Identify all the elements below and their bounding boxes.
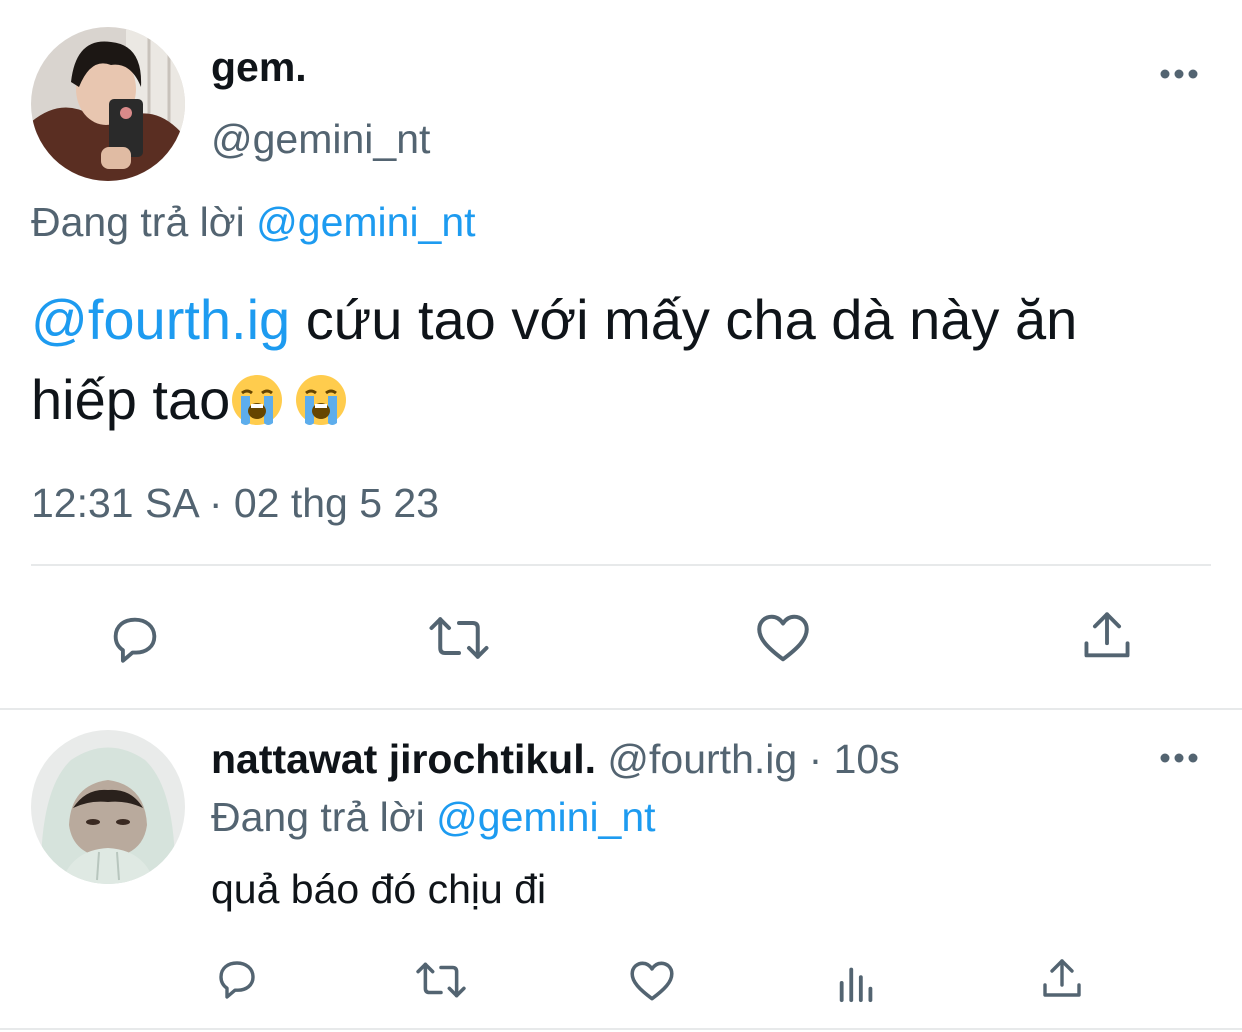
reply-icon[interactable] [106, 610, 164, 668]
handle[interactable]: @gemini_nt [211, 114, 430, 164]
tweet-text-line-2: hiếp tao [31, 360, 1221, 440]
header-line: nattawat jirochtikul. @fourth.ig · 10s [211, 734, 900, 784]
replying-to-line: Đang trả lời @gemini_nt [31, 197, 476, 247]
retweet-icon[interactable] [413, 955, 469, 1005]
reply-icon[interactable] [213, 955, 261, 1003]
tweet-text-line2: hiếp tao [31, 368, 231, 431]
replying-to-line: Đang trả lời @gemini_nt [211, 792, 656, 842]
like-icon[interactable] [626, 956, 678, 1006]
divider [0, 1028, 1242, 1030]
mention-link[interactable]: @fourth.ig [31, 288, 290, 351]
more-options-icon[interactable] [1156, 62, 1202, 86]
handle[interactable]: @fourth.ig [607, 736, 797, 782]
retweet-icon[interactable] [426, 608, 492, 668]
tweet-text: @fourth.ig cứu tao với mấy cha dà này ăn… [31, 280, 1221, 440]
avatar-photo [31, 730, 185, 884]
loudly-crying-face-icon [230, 368, 284, 425]
share-icon[interactable] [1078, 606, 1136, 666]
replying-to-link[interactable]: @gemini_nt [256, 199, 475, 245]
display-name[interactable]: gem. [211, 42, 307, 92]
avatar-photo [31, 27, 185, 181]
share-icon[interactable] [1038, 954, 1086, 1004]
views-icon[interactable] [834, 958, 880, 1004]
tweet-text-line-1: @fourth.ig cứu tao với mấy cha dà này ăn [31, 280, 1221, 360]
loudly-crying-face-icon [294, 368, 348, 425]
divider [31, 564, 1211, 566]
replying-prefix: Đang trả lời [31, 199, 245, 245]
like-icon[interactable] [752, 608, 814, 668]
divider [0, 708, 1242, 710]
tweet-text: quả báo đó chịu đi [211, 866, 547, 912]
display-name[interactable]: nattawat jirochtikul. [211, 736, 596, 782]
replying-prefix: Đang trả lời [211, 794, 425, 840]
relative-time[interactable]: · 10s [809, 736, 900, 782]
tweet-text-rest: cứu tao với mấy cha dà này ăn [290, 288, 1078, 351]
avatar[interactable] [31, 730, 185, 884]
timestamp[interactable]: 12:31 SA · 02 thg 5 23 [31, 478, 439, 528]
avatar[interactable] [31, 27, 185, 181]
replying-to-link[interactable]: @gemini_nt [436, 794, 655, 840]
more-options-icon[interactable] [1156, 746, 1202, 770]
